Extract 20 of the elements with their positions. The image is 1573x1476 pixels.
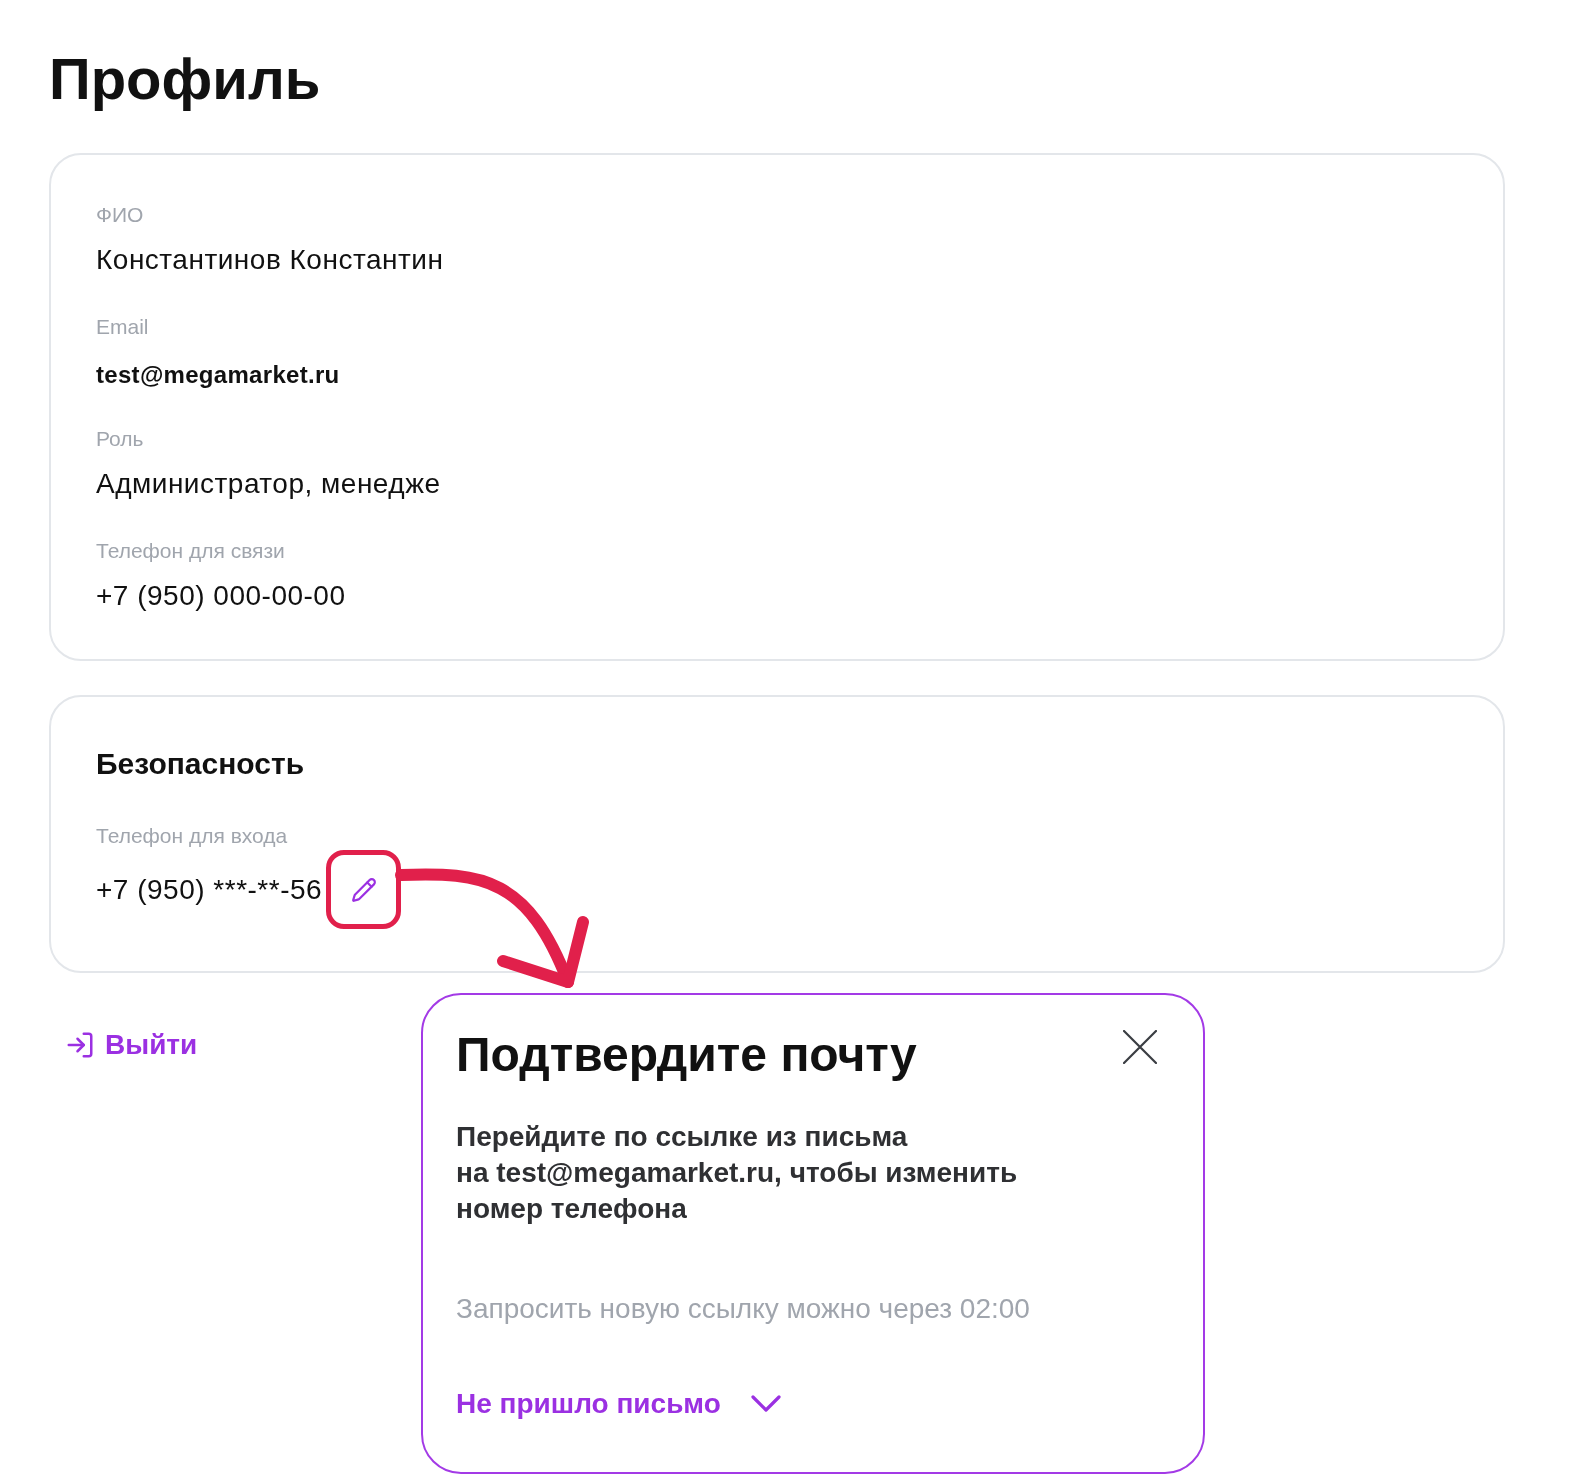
field-label: Email [96,314,149,340]
section-title: Безопасность [96,746,305,782]
field-value: Константинов Константин [96,243,444,277]
logout-icon [65,1030,95,1060]
field-value: +7 (950) 000-00-00 [96,579,346,613]
field-value: +7 (950) ***-**-56 [96,872,323,907]
pencil-icon [350,876,377,903]
dialog-title: Подтвердите почту [456,1027,917,1083]
logout-link[interactable]: Выйти [65,1029,198,1061]
field-value: test@megamarket.ru [96,361,340,389]
close-button[interactable] [1123,1030,1157,1064]
field-label: Роль [96,426,144,452]
field-value: Администратор, менедже [96,467,441,501]
close-icon [1123,1030,1157,1064]
dialog-message: Перейдите по ссылке из письма на test@megamarket.ru, чтобы изменить номер телефона [456,1120,1018,1226]
field-label: Телефон для связи [96,538,285,564]
field-label: ФИО [96,202,144,228]
no-email-toggle[interactable]: Не пришло письмо [456,1386,781,1422]
field-label: Телефон для входа [96,823,288,849]
resend-timer-note: Запросить новую ссылку можно через 02:00 [456,1292,1030,1326]
